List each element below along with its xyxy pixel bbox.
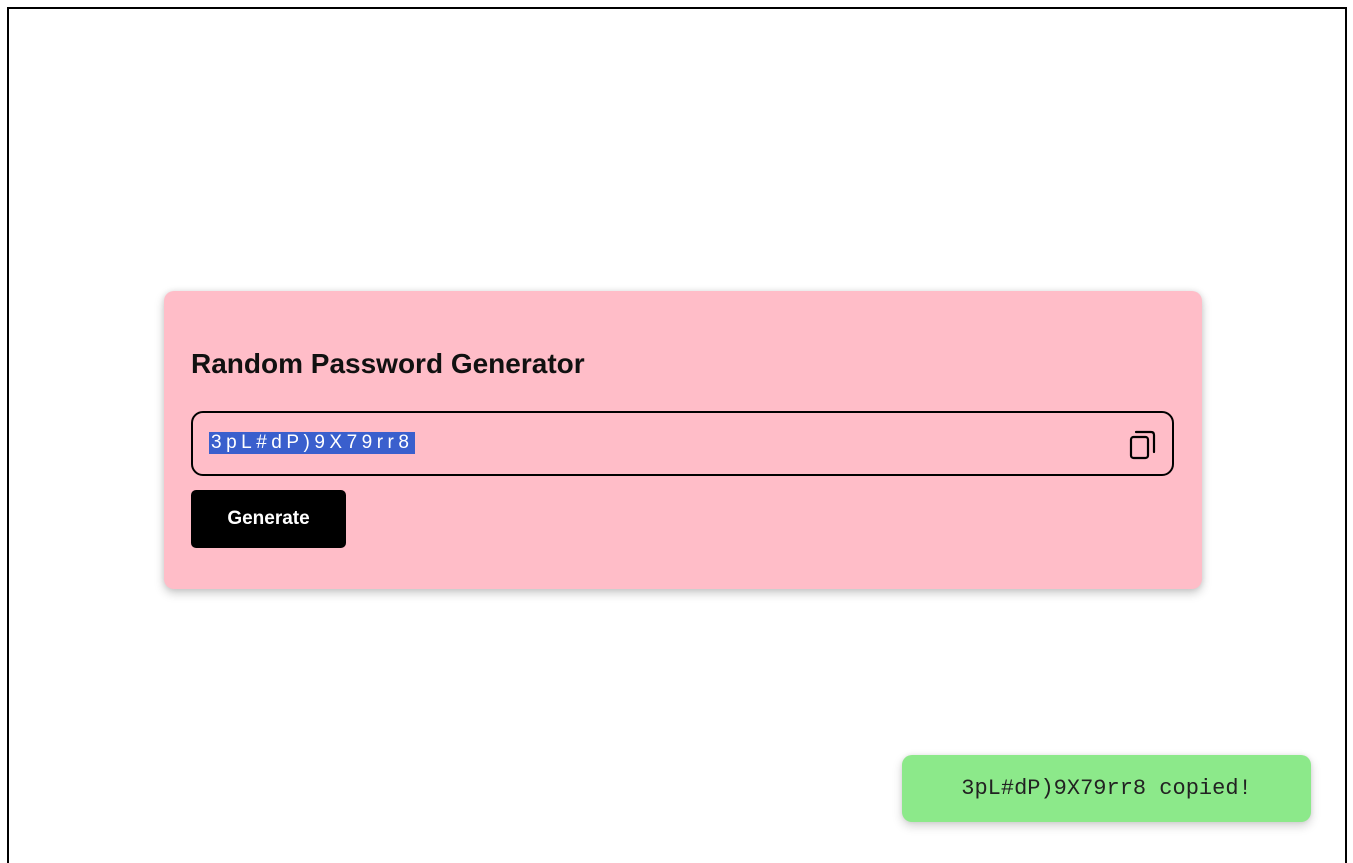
page-title: Random Password Generator bbox=[191, 348, 585, 379]
toast-suffix: copied! bbox=[1146, 776, 1252, 801]
password-value[interactable]: 3pL#dP)9X79rr8 bbox=[209, 432, 416, 454]
password-generator-card: Random Password Generator 3pL#dP)9X79rr8… bbox=[164, 291, 1202, 589]
copied-toast: 3pL#dP)9X79rr8 copied! bbox=[902, 755, 1311, 822]
password-field[interactable]: 3pL#dP)9X79rr8 bbox=[191, 411, 1174, 476]
generate-button[interactable]: Generate bbox=[191, 490, 346, 548]
toast-password: 3pL#dP)9X79rr8 bbox=[961, 776, 1147, 801]
copy-icon[interactable] bbox=[1126, 427, 1158, 461]
